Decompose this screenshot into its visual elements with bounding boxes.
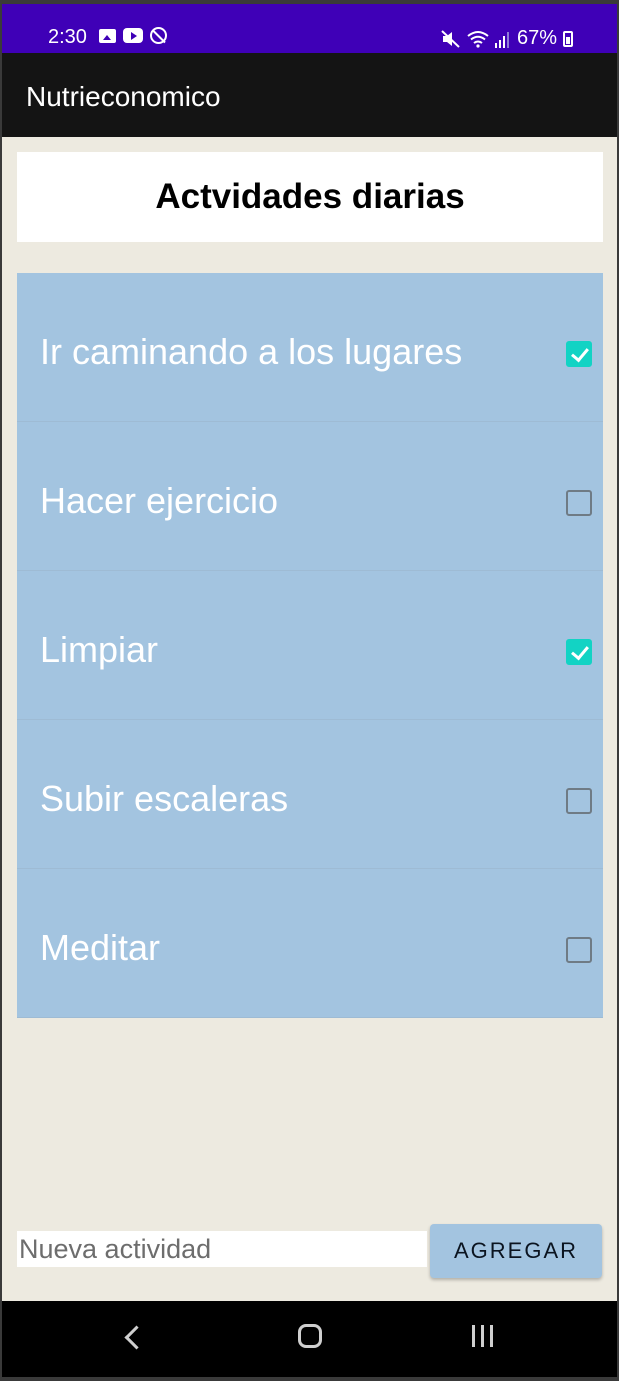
home-icon[interactable] (298, 1324, 322, 1348)
activity-label: Hacer ejercicio (40, 480, 279, 521)
new-activity-input[interactable] (17, 1231, 427, 1267)
header-card: Actvidades diarias (17, 152, 603, 242)
activity-label: Meditar (40, 927, 161, 968)
status-right-icons: 67% (441, 27, 573, 50)
mute-icon (441, 29, 460, 48)
page-title: Actvidades diarias (155, 177, 465, 216)
activity-item[interactable]: Hacer ejercicio (17, 422, 603, 571)
battery-icon (563, 30, 573, 47)
activity-item[interactable]: Limpiar (17, 571, 603, 720)
activity-item[interactable]: Subir escaleras (17, 720, 603, 869)
status-left-icons (99, 27, 167, 44)
activity-checkbox[interactable] (566, 490, 592, 516)
status-time: 2:30 (48, 26, 87, 48)
activity-list: Ir caminando a los lugares Hacer ejercic… (17, 273, 603, 1018)
app-title: Nutrieconomico (26, 81, 221, 112)
activity-checkbox[interactable] (566, 639, 592, 665)
add-activity-button[interactable]: AGREGAR (430, 1224, 602, 1278)
activity-label: Limpiar (40, 629, 159, 670)
app-bar: Nutrieconomico (2, 53, 617, 137)
no-disturb-icon (150, 27, 167, 44)
activity-item[interactable]: Meditar (17, 869, 603, 1018)
activity-checkbox[interactable] (566, 788, 592, 814)
battery-percentage: 67% (516, 27, 557, 49)
activity-checkbox[interactable] (566, 341, 592, 367)
back-icon[interactable] (124, 1325, 149, 1350)
status-bar: 2:30 67% (2, 4, 617, 53)
recents-icon[interactable] (472, 1325, 493, 1347)
signal-icon (494, 31, 509, 48)
youtube-icon (123, 28, 143, 43)
navigation-bar (2, 1301, 617, 1377)
wifi-icon (467, 30, 489, 48)
activity-label: Ir caminando a los lugares (40, 331, 463, 372)
activity-checkbox[interactable] (566, 937, 592, 963)
gallery-icon (99, 28, 116, 43)
activity-item[interactable]: Ir caminando a los lugares (17, 273, 603, 422)
phone-screen: 2:30 67% Nutrieconomico Actvidades diari… (2, 4, 617, 1377)
activity-label: Subir escaleras (40, 778, 289, 819)
